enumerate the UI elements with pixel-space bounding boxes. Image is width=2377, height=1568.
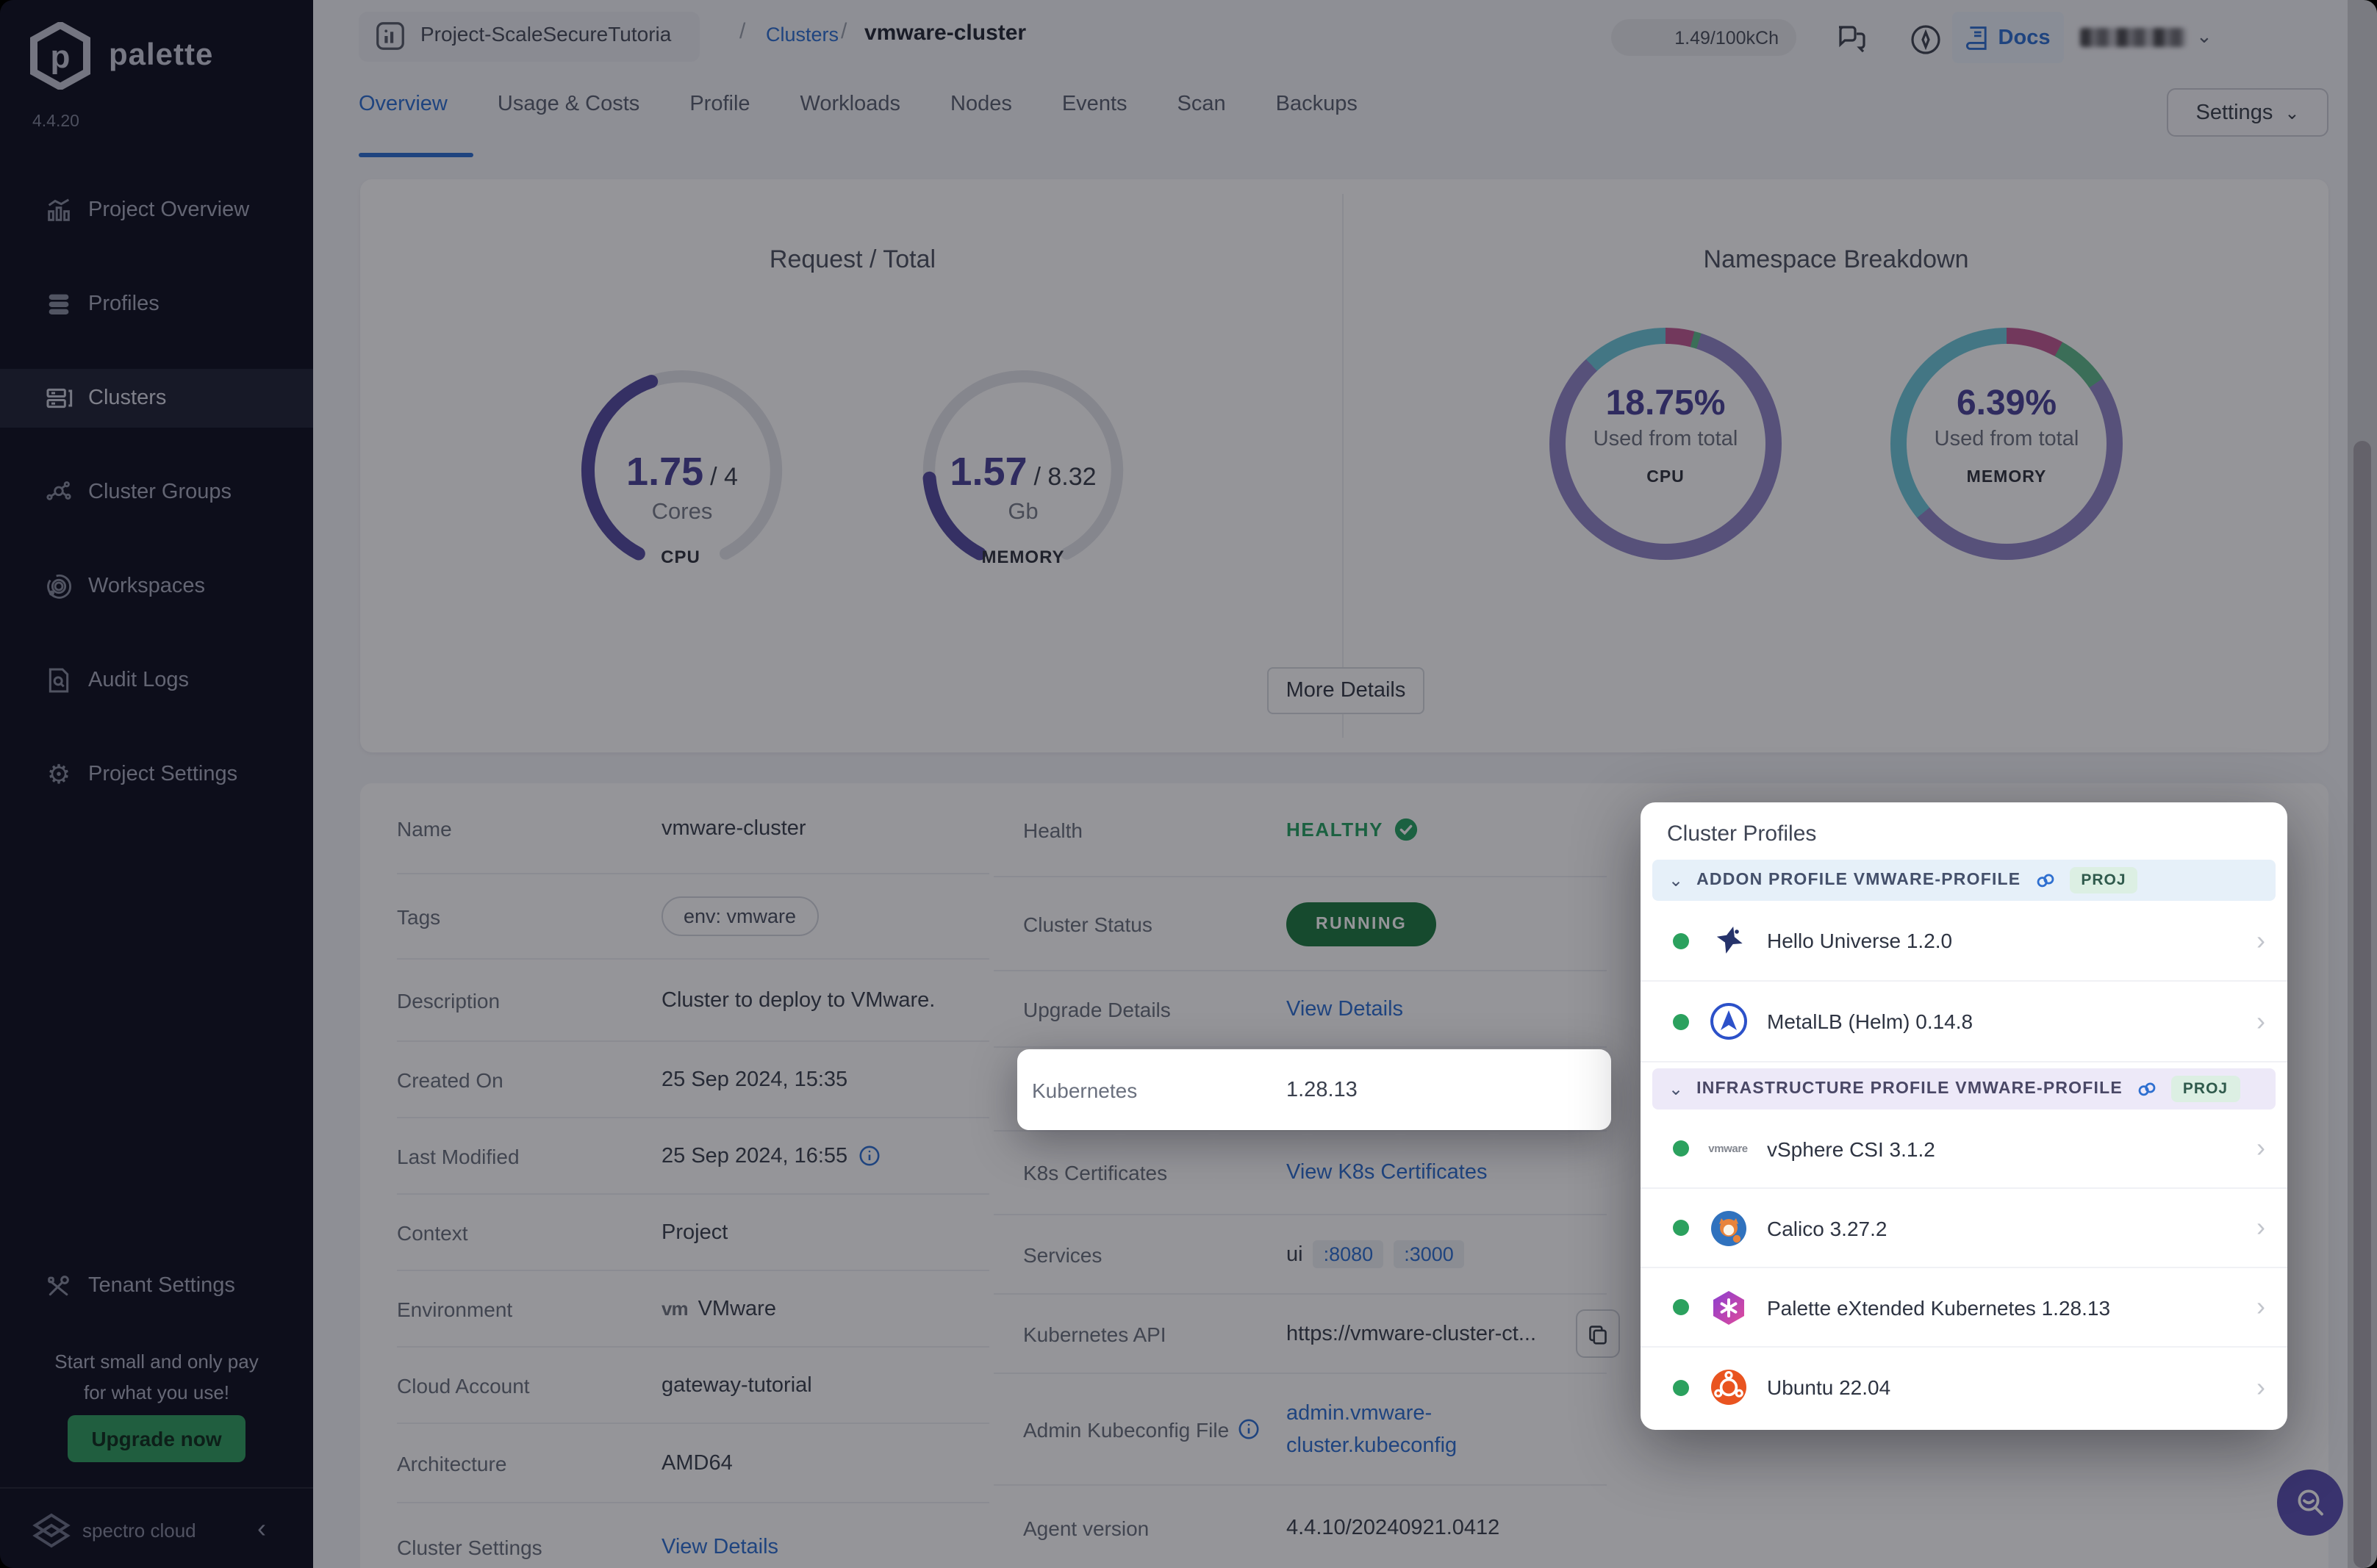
status-dot: [1673, 1140, 1689, 1157]
metallb-icon: [1708, 1001, 1748, 1041]
kubernetes-label: Kubernetes: [1032, 1078, 1138, 1101]
link-icon[interactable]: [2034, 869, 2056, 891]
chevron-down-icon: ⌄: [1668, 1079, 1684, 1099]
status-dot: [1673, 932, 1689, 949]
cluster-profiles-panel: Cluster Profiles ⌄ ADDON PROFILE VMWARE-…: [1641, 802, 2287, 1430]
profile-layer-metallb[interactable]: MetalLB (Helm) 0.14.8 ›: [1641, 982, 2287, 1062]
kubernetes-version: 1.28.13: [1286, 1078, 1358, 1101]
kubernetes-version-spotlight[interactable]: Kubernetes 1.28.13: [1017, 1049, 1611, 1130]
profile-layer-ubuntu[interactable]: Ubuntu 22.04 ›: [1641, 1348, 2287, 1427]
status-dot: [1673, 1379, 1689, 1395]
addon-profile-header[interactable]: ⌄ ADDON PROFILE VMWARE-PROFILE PROJ: [1652, 860, 2276, 901]
hello-universe-icon: [1708, 921, 1748, 960]
screen: p palette 4.4.20 Project Overview Profil…: [0, 0, 2377, 1568]
status-dot: [1673, 1013, 1689, 1029]
status-dot: [1673, 1299, 1689, 1315]
app-root: p palette 4.4.20 Project Overview Profil…: [0, 0, 2377, 1568]
chevron-right-icon: ›: [2256, 925, 2265, 954]
calico-icon: [1708, 1208, 1748, 1248]
chevron-down-icon: ⌄: [1668, 870, 1684, 891]
chevron-right-icon: ›: [2256, 1006, 2265, 1035]
link-icon[interactable]: [2136, 1078, 2158, 1100]
profile-layer-vsphere-csi[interactable]: vmware vSphere CSI 3.1.2 ›: [1641, 1110, 2287, 1189]
ubuntu-icon: [1708, 1367, 1748, 1407]
pxk-hexagon-icon: [1708, 1287, 1748, 1327]
chevron-right-icon: ›: [2256, 1372, 2265, 1401]
profile-layer-hello-universe[interactable]: Hello Universe 1.2.0 ›: [1641, 901, 2287, 982]
scope-badge: PROJ: [2170, 1076, 2240, 1102]
profile-layer-calico[interactable]: Calico 3.27.2 ›: [1641, 1189, 2287, 1268]
chevron-right-icon: ›: [2256, 1212, 2265, 1242]
chevron-right-icon: ›: [2256, 1292, 2265, 1321]
profile-layer-palette-extended-kubernetes[interactable]: Palette eXtended Kubernetes 1.28.13 ›: [1641, 1268, 2287, 1348]
infrastructure-profile-header[interactable]: ⌄ INFRASTRUCTURE PROFILE VMWARE-PROFILE …: [1652, 1068, 2276, 1110]
chevron-right-icon: ›: [2256, 1133, 2265, 1162]
cluster-profiles-title: Cluster Profiles: [1667, 821, 1817, 846]
scope-badge: PROJ: [2069, 867, 2138, 893]
vmware-word-icon: vmware: [1708, 1142, 1748, 1155]
status-dot: [1673, 1220, 1689, 1236]
